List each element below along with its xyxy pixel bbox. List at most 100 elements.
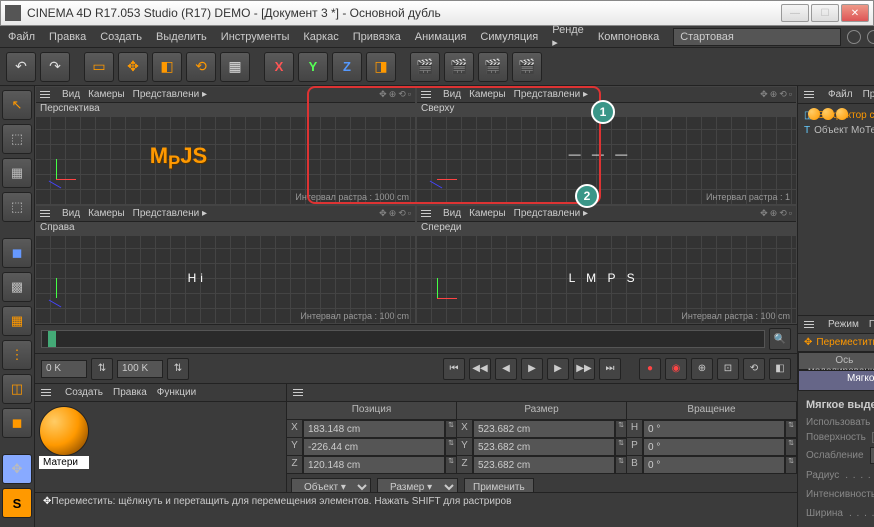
pos-z-field[interactable]	[303, 456, 445, 474]
recent-tool[interactable]: ▦	[220, 52, 250, 82]
vp-rotate-icon[interactable]: ⟲	[779, 89, 787, 100]
frame-start-field[interactable]	[41, 360, 87, 378]
obj-menu-edit[interactable]: Правка	[863, 89, 874, 100]
mat-menu-func[interactable]: Функции	[157, 387, 196, 398]
vp-menu-display[interactable]: Представлени ▸	[514, 89, 588, 100]
rot-b-field[interactable]	[643, 456, 785, 474]
vp-menu-cameras[interactable]: Камеры	[469, 208, 506, 219]
mat-menu-edit[interactable]: Правка	[113, 387, 147, 398]
timeline-playhead[interactable]	[48, 331, 56, 347]
play-button[interactable]: ▶	[521, 358, 543, 380]
material-preview[interactable]	[39, 406, 89, 456]
viewport-perspective[interactable]: Вид Камеры Представлени ▸ ✥⊕⟲▫ Перспекти…	[35, 86, 416, 205]
model-mode-button[interactable]: ⬚	[2, 124, 32, 154]
vp-max-icon[interactable]: ▫	[789, 89, 792, 100]
vp-zoom-icon[interactable]: ⊕	[770, 208, 778, 219]
vp-menu-display[interactable]: Представлени ▸	[133, 208, 207, 219]
pos-x-field[interactable]	[303, 420, 445, 438]
vp-rotate-icon[interactable]: ⟲	[398, 89, 406, 100]
vp-menu-view[interactable]: Вид	[62, 208, 80, 219]
vp-rotate-icon[interactable]: ⟲	[779, 208, 787, 219]
object-name[interactable]: Объект МоТекст	[814, 125, 874, 136]
menu-render[interactable]: Ренде ▸	[552, 24, 584, 49]
size-y-field[interactable]	[473, 438, 615, 456]
render-settings-button[interactable]: 🎬	[444, 52, 474, 82]
render-picture-button[interactable]: 🎬	[478, 52, 508, 82]
scale-tool[interactable]: ◧	[152, 52, 182, 82]
goto-end-button[interactable]: ⏭	[599, 358, 621, 380]
size-x-field[interactable]	[473, 420, 615, 438]
material-name-field[interactable]: Матери	[39, 456, 89, 469]
checker-button[interactable]: ▩	[2, 272, 32, 302]
rot-h-field[interactable]	[643, 420, 785, 438]
vp-zoom-icon[interactable]: ⊕	[389, 89, 397, 100]
tab-soft-selection[interactable]: Мягкое выделение	[798, 370, 874, 391]
pos-y-field[interactable]	[303, 438, 445, 456]
autokey-button[interactable]: ◉	[665, 358, 687, 380]
snap-button[interactable]: S	[2, 488, 32, 518]
layout-next-button[interactable]	[867, 30, 874, 44]
attr-menu-mode[interactable]: Режим	[828, 319, 859, 330]
next-key-button[interactable]: ▶▶	[573, 358, 595, 380]
rot-p-field[interactable]	[643, 438, 785, 456]
maximize-button[interactable]: ☐	[811, 4, 839, 22]
tab-model-axis[interactable]: Ось моделирования	[798, 352, 874, 370]
menu-file[interactable]: Файл	[8, 31, 35, 43]
timeline-zoom-icon[interactable]: 🔍	[769, 328, 791, 350]
minimize-button[interactable]: —	[781, 4, 809, 22]
menu-select[interactable]: Выделить	[156, 31, 207, 43]
record-button[interactable]: ●	[639, 358, 661, 380]
undo-button[interactable]: ↶	[6, 52, 36, 82]
obj-menu-file[interactable]: Файл	[828, 89, 853, 100]
attr-menu-edit[interactable]: Прав ▸	[869, 319, 874, 330]
material-tag[interactable]	[808, 108, 820, 120]
menu-tools[interactable]: Инструменты	[221, 31, 290, 43]
menu-snap[interactable]: Привязка	[353, 31, 401, 43]
workplane-button[interactable]: ⬚	[2, 192, 32, 222]
size-z-field[interactable]	[473, 456, 615, 474]
vp-nav-icon[interactable]: ✥	[379, 89, 387, 100]
menu-edit[interactable]: Правка	[49, 31, 86, 43]
close-button[interactable]: ✕	[841, 4, 869, 22]
grid-button[interactable]: ▦	[2, 306, 32, 336]
mat-menu-create[interactable]: Создать	[65, 387, 103, 398]
viewport-front[interactable]: Вид Камеры Представлени ▸ ✥⊕⟲▫ Спереди L…	[416, 205, 797, 324]
layout-prev-button[interactable]	[847, 30, 861, 44]
falloff-select[interactable]: Линейное	[870, 447, 874, 464]
spin-icon[interactable]: ⇅	[167, 358, 189, 380]
render-region-button[interactable]: 🎬	[512, 52, 542, 82]
key-pos-button[interactable]: ⊕	[691, 358, 713, 380]
vp-max-icon[interactable]: ▫	[789, 208, 792, 219]
menu-animate[interactable]: Анимация	[415, 31, 467, 43]
edges-mode-button[interactable]: ◫	[2, 374, 32, 404]
cube-primitive-button[interactable]: ◼	[2, 238, 32, 268]
vp-menu-display[interactable]: Представлени ▸	[514, 208, 588, 219]
prev-frame-button[interactable]: ◀	[495, 358, 517, 380]
points-mode-button[interactable]: ⋮	[2, 340, 32, 370]
vp-zoom-icon[interactable]: ⊕	[770, 89, 778, 100]
vp-menu-cameras[interactable]: Камеры	[469, 89, 506, 100]
layout-selector[interactable]	[673, 28, 841, 46]
timeline-ruler[interactable]: 🔍	[35, 324, 797, 354]
menu-simulate[interactable]: Симуляция	[480, 31, 538, 43]
goto-start-button[interactable]: ⏮	[443, 358, 465, 380]
vp-menu-cameras[interactable]: Камеры	[88, 208, 125, 219]
vp-menu-view[interactable]: Вид	[62, 89, 80, 100]
material-tag[interactable]	[836, 108, 848, 120]
redo-button[interactable]: ↷	[40, 52, 70, 82]
key-scale-button[interactable]: ⊡	[717, 358, 739, 380]
z-axis-lock[interactable]: Z	[332, 52, 362, 82]
vp-zoom-icon[interactable]: ⊕	[389, 208, 397, 219]
x-axis-lock[interactable]: X	[264, 52, 294, 82]
rotate-tool[interactable]: ⟲	[186, 52, 216, 82]
key-rot-button[interactable]: ⟲	[743, 358, 765, 380]
coord-system-button[interactable]: ◨	[366, 52, 396, 82]
viewport-right[interactable]: Вид Камеры Представлени ▸ ✥⊕⟲▫ Справа Hi…	[35, 205, 416, 324]
vp-max-icon[interactable]: ▫	[408, 89, 411, 100]
vp-nav-icon[interactable]: ✥	[379, 208, 387, 219]
vp-max-icon[interactable]: ▫	[408, 208, 411, 219]
object-row-motext[interactable]: T Объект МоТекст ✓	[802, 123, 874, 138]
timeline-track[interactable]	[41, 330, 765, 348]
menu-mesh[interactable]: Каркас	[303, 31, 338, 43]
texture-mode-button[interactable]: ▦	[2, 158, 32, 188]
